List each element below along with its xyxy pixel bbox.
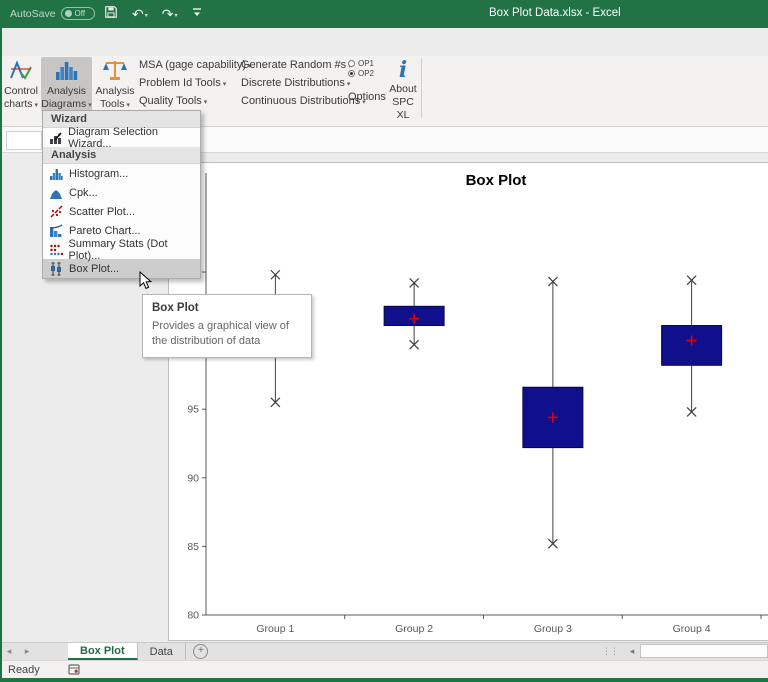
cpk-icon bbox=[43, 186, 69, 200]
analysis-diagrams-menu: WizardDiagram Selection Wizard...Analysi… bbox=[42, 110, 201, 279]
scrollbar-thumb[interactable] bbox=[640, 644, 768, 658]
autosave-toggle[interactable]: AutoSave Off bbox=[10, 7, 95, 20]
ribbon-menu-quality-tools[interactable]: Quality Tools bbox=[139, 94, 252, 108]
tooltip-body: Provides a graphical view of the distrib… bbox=[152, 319, 304, 349]
wizard-diagram-icon bbox=[43, 131, 68, 145]
menu-section-analysis: Analysis bbox=[43, 147, 200, 164]
radio-op1-label: OP1 bbox=[358, 59, 374, 68]
mouse-cursor-icon bbox=[139, 271, 156, 295]
analysis-diagrams-icon bbox=[54, 57, 80, 85]
sheet-nav-left-icon[interactable]: ◂ bbox=[0, 643, 18, 660]
quick-access-toolbar: ↶▾ ↷▾ bbox=[104, 3, 202, 25]
svg-text:Group 3: Group 3 bbox=[534, 623, 572, 635]
chevron-down-icon: ▾ bbox=[145, 13, 148, 21]
ribbon-group-separator bbox=[421, 58, 422, 118]
autosave-pill[interactable]: Off bbox=[61, 7, 95, 20]
svg-text:95: 95 bbox=[187, 404, 199, 416]
about-spcxl-button[interactable]: i AboutSPC XL bbox=[386, 57, 420, 112]
undo-button[interactable]: ↶▾ bbox=[132, 7, 148, 21]
dot-plot-icon bbox=[43, 243, 69, 257]
svg-text:Group 2: Group 2 bbox=[395, 623, 433, 635]
redo-button[interactable]: ↷▾ bbox=[162, 7, 178, 21]
scroll-left-icon[interactable]: ◂ bbox=[624, 646, 640, 657]
analysis-tools-label: AnalysisTools bbox=[95, 85, 134, 111]
name-box[interactable] bbox=[6, 131, 42, 150]
analysis-diagrams-button[interactable]: AnalysisDiagrams bbox=[41, 57, 92, 112]
menu-item-label: Box Plot... bbox=[69, 263, 119, 275]
menu-item-label: Scatter Plot... bbox=[69, 206, 135, 218]
menu-item-cpk[interactable]: Cpk... bbox=[43, 183, 200, 202]
svg-text:Group 1: Group 1 bbox=[256, 623, 294, 635]
analysis-tools-icon bbox=[102, 57, 128, 85]
svg-text:80: 80 bbox=[187, 610, 199, 622]
boxplot-chart-canvas: Box Plot80859095100105Group 1Group 2Grou… bbox=[169, 163, 768, 640]
menu-item-label: Pareto Chart... bbox=[69, 225, 141, 237]
add-sheet-button[interactable]: + bbox=[186, 643, 216, 660]
analysis-tools-button[interactable]: AnalysisTools bbox=[93, 57, 137, 112]
tab-strip-spacer bbox=[36, 643, 68, 660]
boxplot-tooltip: Box Plot Provides a graphical view of th… bbox=[142, 294, 312, 358]
sheet-tab-data[interactable]: Data bbox=[138, 643, 186, 660]
status-bar: Ready bbox=[0, 660, 768, 678]
window-bottom-border bbox=[0, 678, 768, 682]
box-plot-icon bbox=[43, 262, 69, 276]
scatter-plot-icon bbox=[43, 205, 69, 219]
pareto-chart-icon bbox=[43, 224, 69, 238]
autosave-label: AutoSave bbox=[10, 8, 56, 20]
menu-item-scatter-plot[interactable]: Scatter Plot... bbox=[43, 202, 200, 221]
sheet-tabs: Box PlotData bbox=[68, 643, 186, 660]
menu-item-box-plot[interactable]: Box Plot... bbox=[43, 259, 200, 278]
scrollbar-resize-dots-icon[interactable]: ⋮⋮ bbox=[602, 646, 618, 657]
menu-item-histogram[interactable]: Histogram... bbox=[43, 164, 200, 183]
control-charts-icon bbox=[8, 57, 34, 85]
customize-qat-icon[interactable] bbox=[192, 5, 202, 23]
svg-text:90: 90 bbox=[187, 472, 199, 484]
info-icon: i bbox=[399, 57, 407, 83]
menu-item-label: Cpk... bbox=[69, 187, 98, 199]
svg-text:Box Plot: Box Plot bbox=[466, 172, 527, 189]
boxplot-chart[interactable]: Box Plot80859095100105Group 1Group 2Grou… bbox=[168, 162, 768, 641]
save-icon[interactable] bbox=[104, 5, 118, 24]
menu-item-label: Summary Stats (Dot Plot)... bbox=[69, 238, 200, 262]
macro-record-icon[interactable] bbox=[68, 664, 80, 675]
sheet-nav-right-icon[interactable]: ▸ bbox=[18, 643, 36, 660]
menu-item-label: Histogram... bbox=[69, 168, 128, 180]
control-charts-button[interactable]: Controlcharts bbox=[2, 57, 40, 112]
radio-op2-label: OP2 bbox=[358, 69, 374, 78]
histogram-icon bbox=[43, 167, 69, 181]
ribbon-menu-col1: MSA (gage capability) Problem Id Tools Qua… bbox=[139, 58, 252, 108]
control-charts-label: Controlcharts bbox=[4, 85, 38, 111]
radio-selected-icon bbox=[348, 70, 355, 77]
plus-icon: + bbox=[193, 644, 208, 659]
chevron-down-icon: ▾ bbox=[174, 13, 177, 21]
title-bar: AutoSave Off ↶▾ ↷▾ Box Plot Data.xlsx - … bbox=[0, 0, 768, 28]
status-ready-label: Ready bbox=[8, 664, 40, 676]
svg-text:85: 85 bbox=[187, 541, 199, 553]
ribbon-menu-problem-id-tools[interactable]: Problem Id Tools bbox=[139, 76, 252, 90]
redo-icon: ↷ bbox=[162, 7, 174, 21]
menu-item-diagram-selection-wizard[interactable]: Diagram Selection Wizard... bbox=[43, 128, 200, 147]
svg-text:Group 4: Group 4 bbox=[673, 623, 711, 635]
menu-item-label: Diagram Selection Wizard... bbox=[68, 126, 200, 150]
undo-icon: ↶ bbox=[132, 7, 144, 21]
about-spcxl-label: AboutSPC XL bbox=[386, 83, 420, 121]
radio-icon bbox=[348, 60, 355, 67]
ribbon-menu-msa-gage-capability-[interactable]: MSA (gage capability) bbox=[139, 58, 252, 72]
tooltip-title: Box Plot bbox=[152, 302, 302, 314]
analysis-diagrams-label: AnalysisDiagrams bbox=[41, 85, 91, 111]
menu-item-summary-stats-dot-plot[interactable]: Summary Stats (Dot Plot)... bbox=[43, 240, 200, 259]
sheet-tab-box-plot[interactable]: Box Plot bbox=[68, 643, 138, 660]
excel-window: AutoSave Off ↶▾ ↷▾ Box Plot Data.xlsx - … bbox=[0, 0, 768, 682]
autosave-state: Off bbox=[75, 9, 86, 18]
horizontal-scrollbar[interactable]: ⋮⋮ ◂ bbox=[602, 642, 768, 660]
window-left-border bbox=[0, 28, 2, 678]
window-title: Box Plot Data.xlsx - Excel bbox=[489, 7, 621, 19]
toggle-knob-icon bbox=[65, 10, 72, 17]
